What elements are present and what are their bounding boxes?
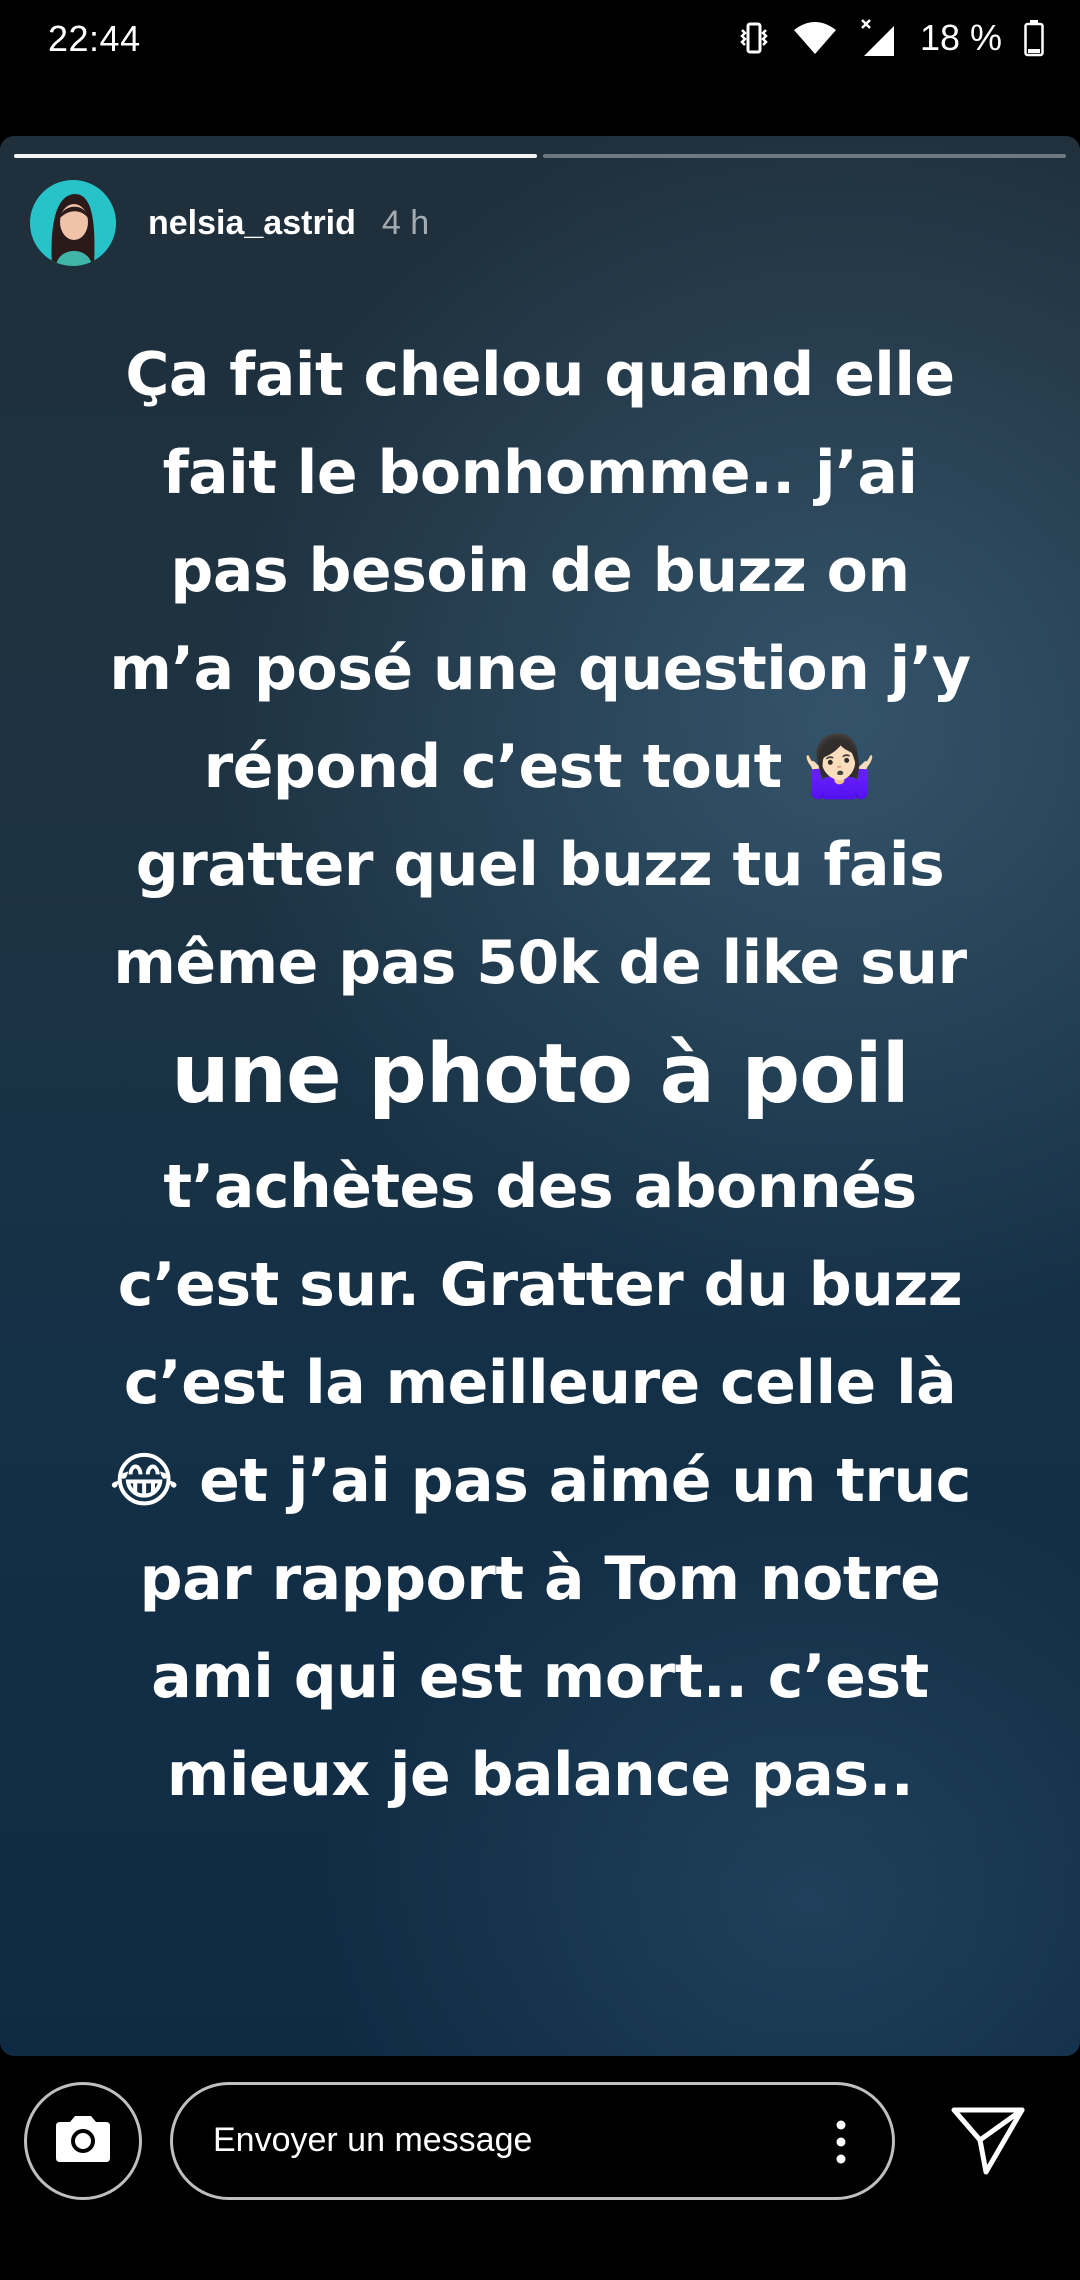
cellular-no-data-icon [860,18,898,58]
story-text-line: 😂 et j’ai pas aimé un truc [109,1446,971,1516]
avatar[interactable] [30,180,116,266]
status-time: 22:44 [48,18,141,59]
camera-button[interactable] [24,2082,142,2200]
story-text-line: c’est la meilleure celle là [123,1348,957,1418]
more-options-button[interactable] [834,2119,848,2165]
more-vertical-icon [836,2120,846,2164]
story-reply-bar: Envoyer un message [0,2056,1080,2280]
story-text-line: fait le bonhomme.. j’ai [162,438,918,508]
wifi-icon [792,20,838,56]
story-progress-segment [543,154,1066,158]
message-placeholder: Envoyer un message [213,2121,533,2159]
story-text-line: par rapport à Tom notre [139,1544,941,1614]
story-text-line: pas besoin de buzz on [170,536,910,606]
story-progress-bar [14,154,1066,158]
battery-percent: 18 % [919,17,1002,58]
story-header: nelsia_astrid 4 h [30,180,429,266]
story-card[interactable]: nelsia_astrid 4 h Ça fait chelou quand e… [0,136,1080,2056]
vibrate-icon [738,20,770,56]
status-bar: 22:44 18 % [0,0,1080,78]
send-button[interactable] [950,2104,1026,2176]
status-icons: 18 % [738,16,1044,60]
story-text-line: ami qui est mort.. c’est [151,1642,929,1712]
story-text-line: c’est sur. Gratter du buzz [117,1250,963,1320]
message-input[interactable]: Envoyer un message [170,2082,895,2200]
story-timestamp: 4 h [381,203,430,242]
battery-icon [1024,19,1044,57]
story-text-line: m’a posé une question j’y [109,634,971,704]
story-text: Ça fait chelou quand elle fait le bonhom… [60,326,1020,1824]
send-icon [951,2107,1025,2175]
story-text-line-emphasis: une photo à poil [171,1027,910,1122]
story-text-line: gratter quel buzz tu fais [135,830,945,900]
camera-icon [52,2114,114,2169]
story-username[interactable]: nelsia_astrid [148,204,356,243]
story-text-line: Ça fait chelou quand elle [125,340,955,410]
story-text-line: t’achètes des abonnés [163,1152,917,1222]
story-progress-segment [14,154,537,158]
story-text-line: même pas 50k de like sur [113,928,967,998]
story-text-line: mieux je balance pas.. [166,1740,914,1810]
story-text-line: répond c’est tout 🤷🏻‍♀️ [203,732,877,802]
